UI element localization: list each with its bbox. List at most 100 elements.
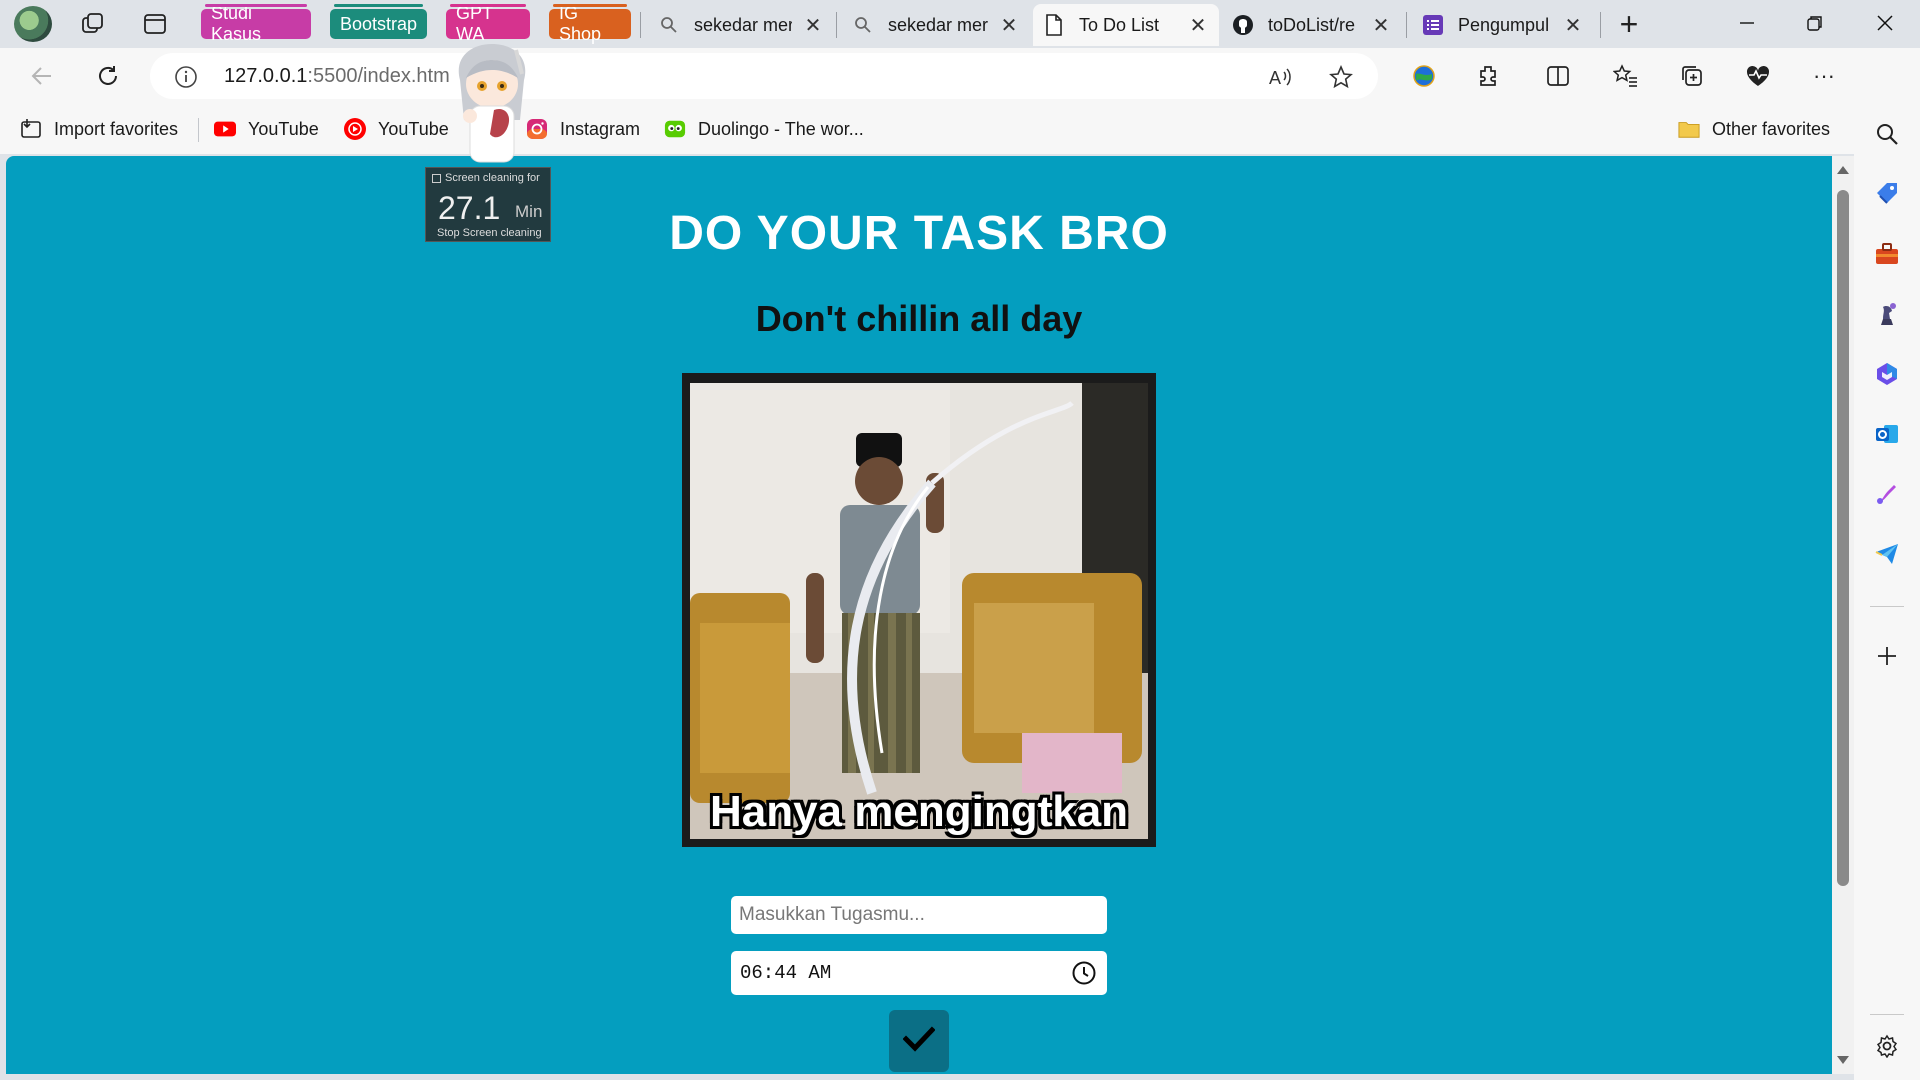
youtube-icon	[214, 118, 236, 140]
new-tab-button[interactable]: +	[1614, 6, 1644, 42]
tab-group-label: Studi Kasus	[211, 3, 262, 44]
url-text[interactable]: 127.0.0.1:5500/index.htm	[224, 65, 450, 88]
tab-title: Pengumpul	[1458, 14, 1550, 35]
outlook-icon[interactable]	[1873, 420, 1901, 448]
fav-instagram[interactable]: Instagram	[526, 116, 640, 142]
refresh-button[interactable]	[90, 58, 126, 94]
add-sidebar-app-icon[interactable]	[1873, 642, 1901, 670]
fav-import-favorites[interactable]: Import favorites	[20, 116, 178, 142]
desktop-mascot	[446, 40, 536, 168]
browser-essentials-icon[interactable]	[1740, 58, 1776, 94]
svg-text:A: A	[1269, 68, 1281, 88]
settings-gear-icon[interactable]	[1873, 1032, 1901, 1060]
fav-other-favorites[interactable]: Other favorites	[1678, 116, 1830, 142]
task-input[interactable]	[731, 896, 1107, 934]
tab-title: To Do List	[1079, 14, 1160, 35]
send-paper-plane-icon[interactable]	[1873, 540, 1901, 568]
address-bar[interactable]: 127.0.0.1:5500/index.htm A	[150, 53, 1378, 99]
close-icon[interactable]: ✕	[1562, 14, 1584, 37]
widget-timer-unit: Min	[515, 202, 543, 221]
search-icon[interactable]	[1873, 120, 1901, 148]
youtube-music-icon	[344, 118, 366, 140]
fav-label: YouTube	[248, 118, 319, 139]
workspaces-icon[interactable]	[78, 9, 108, 39]
scroll-thumb[interactable]	[1837, 190, 1849, 886]
tab-strip: Studi Kasus Bootstrap GPT WA IG Shop sek…	[0, 0, 1920, 48]
favorite-star-icon[interactable]	[1328, 64, 1354, 90]
fav-label: Import favorites	[54, 118, 179, 139]
time-input[interactable]: 06:44 AM	[731, 951, 1107, 995]
more-menu-icon[interactable]: ···	[1806, 58, 1842, 94]
search-icon	[852, 14, 874, 36]
meme-image: Hanya mengingtkan	[682, 373, 1156, 847]
page-scrollbar[interactable]	[1832, 156, 1854, 1074]
address-toolbar: 127.0.0.1:5500/index.htm A ···	[0, 48, 1920, 104]
page-title: DO YOUR TASK BRO	[669, 207, 1169, 260]
time-value: 06:44 AM	[740, 962, 832, 984]
fav-youtube[interactable]: YouTube	[214, 116, 319, 142]
split-screen-icon[interactable]	[1540, 58, 1576, 94]
vpn-globe-icon[interactable]	[1406, 58, 1442, 94]
tab-separator	[836, 12, 837, 38]
games-chess-icon[interactable]	[1873, 300, 1901, 328]
widget-header-text: Screen cleaning for	[445, 172, 540, 184]
scroll-down-arrow-icon[interactable]	[1837, 1056, 1849, 1064]
edge-sidebar	[1854, 48, 1920, 1080]
minimize-button[interactable]	[1714, 0, 1780, 46]
close-icon[interactable]: ✕	[802, 14, 824, 37]
widget-header: Screen cleaning for	[432, 172, 540, 184]
favorites-bar: Import favorites YouTube YouTube Instagr…	[0, 104, 1920, 154]
tab-title: toDoList/re	[1268, 14, 1356, 35]
shopping-tag-icon[interactable]	[1873, 180, 1901, 208]
tab-separator	[640, 12, 641, 38]
fav-label: Duolingo - The wor...	[698, 118, 864, 139]
tab-group-label: GPT WA	[456, 3, 493, 44]
checkmark-icon	[902, 1025, 936, 1057]
tools-toolbox-icon[interactable]	[1873, 240, 1901, 268]
close-icon[interactable]: ✕	[1187, 14, 1209, 37]
favorites-icon[interactable]	[1608, 58, 1644, 94]
screen-cleaning-widget[interactable]: Screen cleaning for 27.1 Min Stop Screen…	[425, 167, 551, 242]
add-task-button[interactable]	[889, 1010, 949, 1072]
stop-screen-cleaning-button[interactable]: Stop Screen cleaning	[437, 227, 542, 239]
tab-group-bootstrap[interactable]: Bootstrap	[330, 4, 427, 39]
restore-button[interactable]	[1782, 0, 1848, 46]
import-icon	[20, 118, 42, 140]
fav-youtube-music[interactable]: YouTube	[344, 116, 449, 142]
close-icon[interactable]: ✕	[998, 14, 1020, 37]
fav-label: Other favorites	[1712, 118, 1831, 139]
page-viewport: DO YOUR TASK BRO Don't chillin all day H…	[6, 156, 1832, 1074]
extensions-icon[interactable]	[1470, 58, 1506, 94]
tab-group-label: Bootstrap	[339, 13, 418, 34]
profile-avatar[interactable]	[14, 6, 52, 42]
sidebar-separator	[1870, 606, 1904, 607]
fav-duolingo[interactable]: Duolingo - The wor...	[664, 116, 864, 142]
tab-title: sekedar mer	[888, 14, 988, 35]
tab-group-studi-kasus[interactable]: Studi Kasus	[201, 3, 311, 44]
designer-icon[interactable]	[1873, 480, 1901, 508]
vertical-tabs-icon[interactable]	[140, 9, 170, 39]
tab-github[interactable]: toDoList/re ✕	[1222, 4, 1402, 46]
close-window-button[interactable]	[1852, 0, 1918, 46]
collections-icon[interactable]	[1674, 58, 1710, 94]
tab-sekedar-1[interactable]: sekedar mer ✕	[648, 4, 834, 46]
tab-group-label: IG Shop	[559, 3, 602, 44]
tab-to-do-list[interactable]: To Do List ✕	[1033, 4, 1219, 46]
clock-icon[interactable]	[1071, 960, 1097, 986]
document-icon	[1043, 14, 1065, 36]
widget-square-icon	[432, 173, 441, 183]
widget-timer-value: 27.1	[438, 190, 501, 226]
tab-sekedar-2[interactable]: sekedar mer ✕	[842, 4, 1030, 46]
microsoft-365-icon[interactable]	[1873, 360, 1901, 388]
meme-caption: Hanya mengingtkan	[709, 787, 1129, 836]
tab-group-gpt-wa[interactable]: GPT WA	[446, 3, 530, 44]
folder-icon	[1678, 118, 1700, 140]
read-aloud-icon[interactable]: A	[1268, 64, 1294, 90]
forms-icon	[1422, 14, 1444, 36]
site-info-icon[interactable]	[174, 65, 198, 89]
scroll-up-arrow-icon[interactable]	[1837, 166, 1849, 174]
back-button[interactable]	[24, 58, 60, 94]
tab-group-ig-shop[interactable]: IG Shop	[549, 3, 631, 44]
close-icon[interactable]: ✕	[1370, 14, 1392, 37]
tab-pengumpulan[interactable]: Pengumpul ✕	[1412, 4, 1594, 46]
